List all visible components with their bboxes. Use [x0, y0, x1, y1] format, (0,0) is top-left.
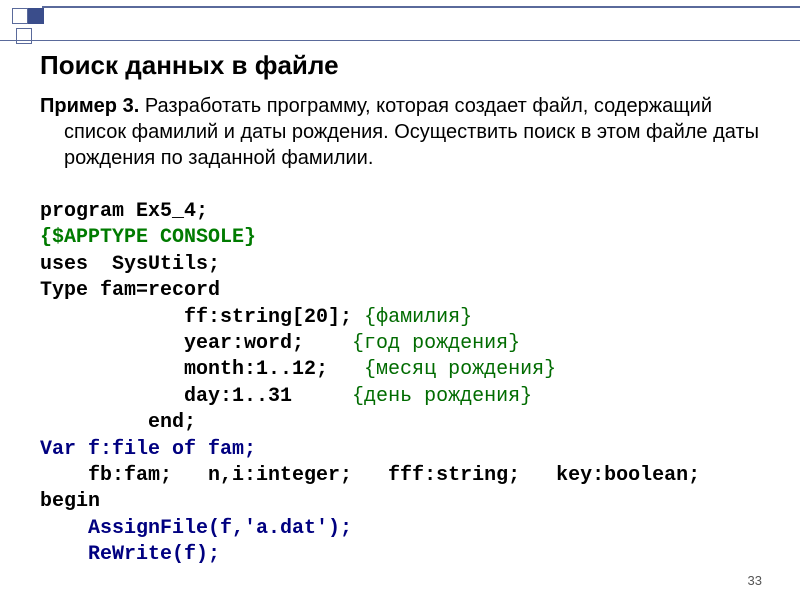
code-line: fb:fam; n,i:integer; fff:string; key:boo…	[40, 464, 700, 487]
code-line: end;	[40, 411, 196, 434]
top-rule	[42, 6, 800, 8]
code-comment: {год рождения}	[304, 332, 520, 355]
code-line: month:1..12;	[40, 358, 328, 381]
code-call: ReWrite(f);	[40, 543, 220, 566]
code-line: uses SysUtils;	[40, 253, 220, 276]
code-comment: {фамилия}	[352, 306, 472, 329]
code-comment: {месяц рождения}	[328, 358, 556, 381]
example-text: Разработать программу, которая создает ф…	[64, 95, 759, 169]
code-directive: {$APPTYPE CONSOLE}	[40, 226, 256, 249]
example-description: Пример 3. Разработать программу, которая…	[40, 93, 772, 171]
code-line: begin	[40, 490, 100, 513]
page-title: Поиск данных в файле	[40, 50, 772, 81]
code-call: AssignFile(f,'a.dat');	[40, 517, 352, 540]
code-line: year:word;	[40, 332, 304, 355]
page-number: 33	[748, 573, 762, 588]
code-line: Type fam=record	[40, 279, 220, 302]
example-label: Пример 3.	[40, 95, 139, 117]
code-var-decl: Var f:file of fam;	[40, 438, 256, 461]
code-line: day:1..31	[40, 385, 292, 408]
code-line: ff:string[20];	[40, 306, 352, 329]
slide-content: Поиск данных в файле Пример 3. Разработа…	[0, 0, 800, 568]
code-block: program Ex5_4; {$APPTYPE CONSOLE} uses S…	[40, 199, 772, 568]
decoration-squares	[12, 8, 44, 24]
header-rule	[0, 40, 800, 41]
code-line: program Ex5_4;	[40, 200, 208, 223]
code-comment: {день рождения}	[292, 385, 532, 408]
